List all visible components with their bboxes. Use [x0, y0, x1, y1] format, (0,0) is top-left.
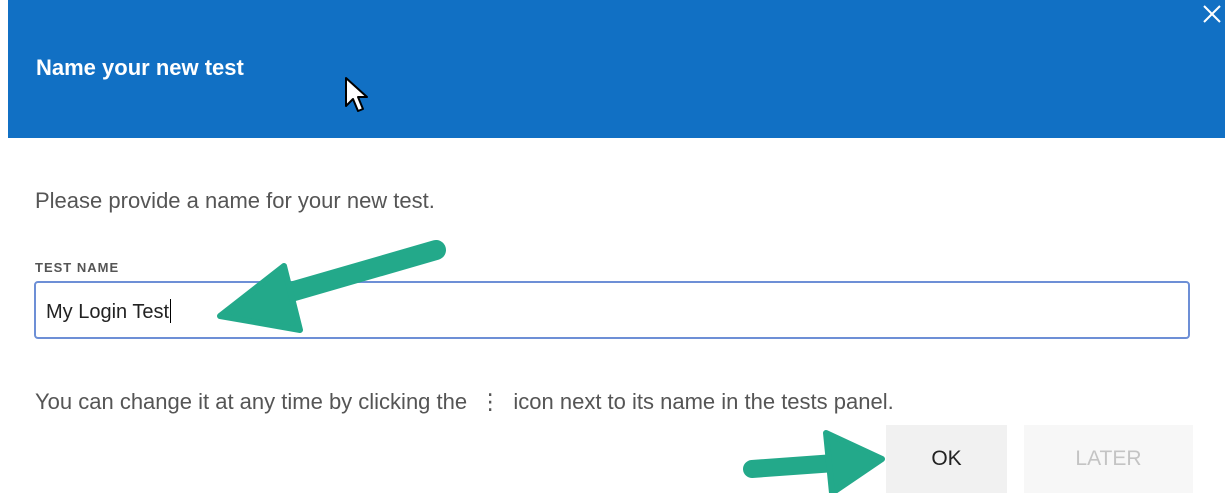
rename-hint: You can change it at any time by clickin… — [35, 389, 894, 415]
rename-hint-text-before: You can change it at any time by clickin… — [35, 389, 468, 414]
dialog-title: Name your new test — [36, 55, 244, 80]
dialog: Name your new test Please provide a name… — [0, 0, 1225, 493]
close-icon[interactable] — [1199, 0, 1225, 30]
test-name-value: My Login Test — [46, 299, 172, 323]
test-name-input[interactable]: My Login Test — [34, 281, 1190, 339]
text-caret — [170, 299, 172, 323]
later-button[interactable]: LATER — [1024, 425, 1193, 493]
dialog-header: Name your new test — [8, 0, 1225, 138]
annotation-arrow-icon — [743, 430, 885, 493]
test-name-label: TEST NAME — [35, 260, 120, 275]
mouse-cursor-icon — [345, 77, 368, 112]
dialog-prompt: Please provide a name for your new test. — [35, 188, 435, 213]
rename-hint-text-after: icon next to its name in the tests panel… — [513, 389, 894, 414]
kebab-menu-icon: ⋮ — [479, 389, 502, 414]
ok-button[interactable]: OK — [886, 425, 1007, 493]
